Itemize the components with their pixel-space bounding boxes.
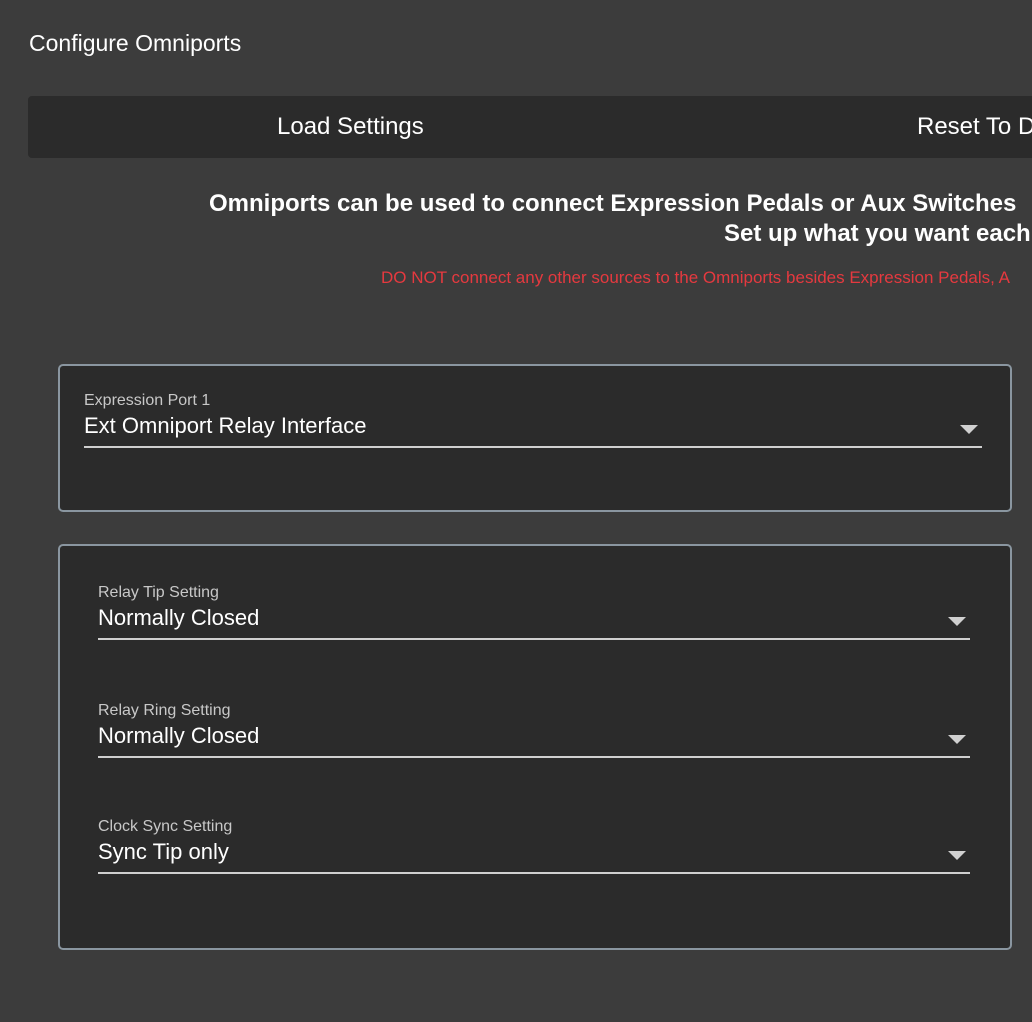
expression-port-select[interactable]: Ext Omniport Relay Interface bbox=[84, 412, 982, 448]
relay-ring-select[interactable]: Normally Closed bbox=[98, 722, 970, 758]
info-heading-line-1: Omniports can be used to connect Express… bbox=[209, 190, 1017, 217]
page-title: Configure Omniports bbox=[29, 30, 242, 56]
relay-tip-value: Normally Closed bbox=[98, 605, 260, 630]
load-settings-button[interactable]: Load Settings bbox=[277, 96, 424, 158]
reset-to-defaults-button[interactable]: Reset To D bbox=[917, 96, 1032, 158]
chevron-down-icon bbox=[948, 617, 966, 626]
chevron-down-icon bbox=[948, 735, 966, 744]
relay-ring-value: Normally Closed bbox=[98, 723, 260, 748]
info-heading-line-2: Set up what you want each bbox=[724, 220, 1031, 247]
chevron-down-icon bbox=[948, 851, 966, 860]
relay-tip-select[interactable]: Normally Closed bbox=[98, 604, 970, 640]
warning-text: DO NOT connect any other sources to the … bbox=[381, 268, 1010, 287]
expression-port-value: Ext Omniport Relay Interface bbox=[84, 413, 367, 438]
configure-omniports-page: Configure Omniports Load Settings Reset … bbox=[0, 0, 1032, 1022]
settings-toolbar: Load Settings Reset To D bbox=[28, 96, 1032, 158]
chevron-down-icon bbox=[960, 425, 978, 434]
clock-sync-value: Sync Tip only bbox=[98, 839, 229, 864]
expression-port-label: Expression Port 1 bbox=[84, 392, 211, 409]
relay-settings-card: Relay Tip Setting Normally Closed Relay … bbox=[58, 544, 1012, 950]
relay-ring-label: Relay Ring Setting bbox=[98, 702, 231, 719]
clock-sync-label: Clock Sync Setting bbox=[98, 818, 233, 835]
expression-port-card: Expression Port 1 Ext Omniport Relay Int… bbox=[58, 364, 1012, 512]
relay-tip-label: Relay Tip Setting bbox=[98, 584, 219, 601]
clock-sync-select[interactable]: Sync Tip only bbox=[98, 838, 970, 874]
